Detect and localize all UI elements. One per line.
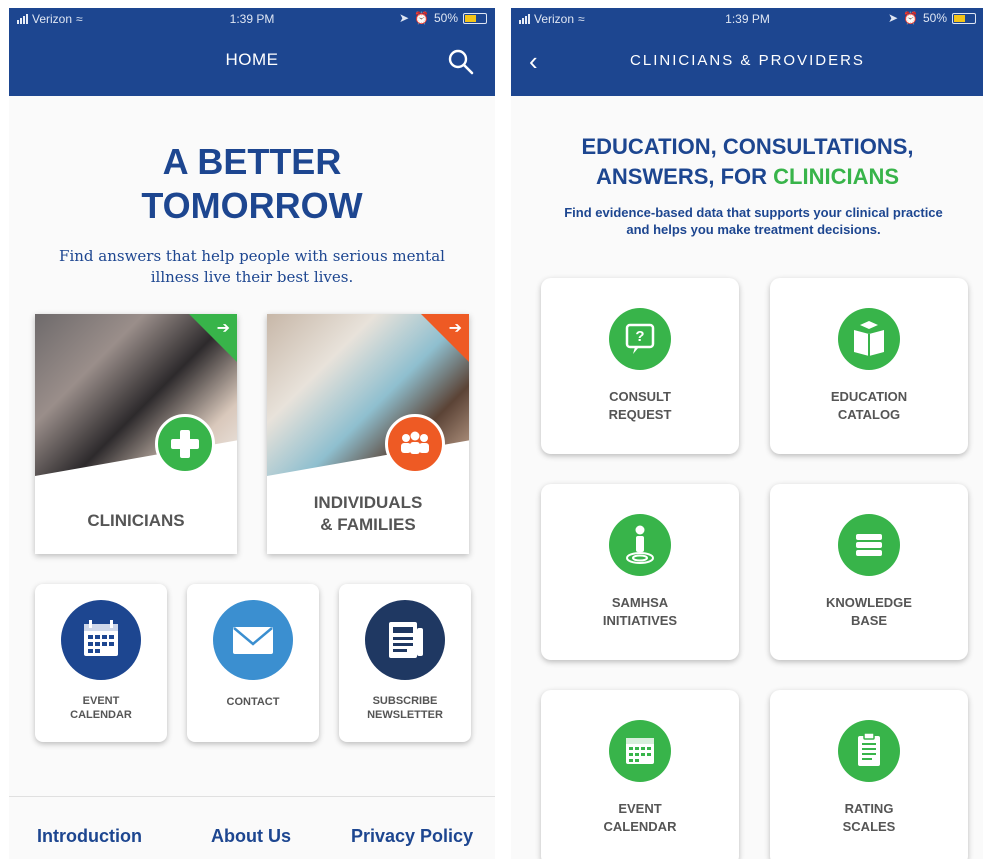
contact-button[interactable]: CONTACT: [187, 584, 319, 742]
location-icon: ➤: [398, 11, 410, 25]
about-us-link[interactable]: About Us: [211, 826, 291, 847]
page-title-accent: CLINICIANS: [773, 164, 900, 189]
knowledge-base-tile[interactable]: KNOWLEDGE BASE: [770, 484, 968, 660]
education-label-line1: EDUCATION: [830, 389, 908, 404]
person-target-icon: [609, 514, 671, 576]
battery-percent: 50%: [922, 11, 947, 25]
subscribe-label-line1: SUBSCRIBE: [372, 695, 438, 707]
nav-bar: ‹ CLINICIANS & PROVIDERS: [511, 30, 983, 96]
samhsa-initiatives-tile[interactable]: SAMHSA INITIATIVES: [541, 484, 739, 660]
clinicians-screen: Verizon ≈ 1:39 PM ➤ ⏰ 50% ‹ CLINICIANS &…: [511, 8, 983, 859]
education-catalog-label: EDUCATION CATALOG: [774, 388, 964, 424]
location-icon: ➤: [887, 11, 899, 25]
nav-bar: HOME: [9, 30, 495, 96]
event-calendar-label: EVENT CALENDAR: [545, 800, 735, 836]
contact-label: CONTACT: [226, 696, 280, 708]
knowledge-label-line2: BASE: [850, 613, 888, 628]
privacy-policy-link[interactable]: Privacy Policy: [351, 826, 473, 847]
subscribe-label-line2: NEWSLETTER: [367, 709, 443, 721]
individuals-families-card[interactable]: ➔ INDIVIDUALS & FAMILIES: [267, 314, 469, 554]
consult-label-line2: REQUEST: [608, 407, 672, 422]
page-title-prefix: ANSWERS, FOR: [595, 164, 774, 189]
battery-icon: [952, 12, 976, 24]
nav-title: CLINICIANS & PROVIDERS: [630, 52, 865, 69]
calendar-icon: [61, 600, 141, 680]
group-icon: [385, 414, 445, 474]
page-title-line2: ANSWERS, FOR CLINICIANS: [511, 162, 983, 192]
education-catalog-tile[interactable]: EDUCATION CATALOG: [770, 278, 968, 454]
event-label-line1: EVENT: [82, 695, 120, 707]
knowledge-label-line1: KNOWLEDGE: [826, 595, 912, 610]
samhsa-label-line2: INITIATIVES: [602, 613, 678, 628]
consult-request-label: CONSULT REQUEST: [545, 388, 735, 424]
introduction-link[interactable]: Introduction: [37, 826, 142, 847]
home-screen: Verizon ≈ 1:39 PM ➤ ⏰ 50% HOME A BETTER …: [9, 8, 495, 859]
search-icon[interactable]: [447, 48, 475, 76]
families-label: INDIVIDUALS & FAMILIES: [267, 492, 469, 536]
rating-label-line1: RATING: [844, 801, 894, 816]
consult-request-tile[interactable]: ? CONSULT REQUEST: [541, 278, 739, 454]
samhsa-label-line1: SAMHSA: [611, 595, 669, 610]
page-title-line1: EDUCATION, CONSULTATIONS,: [581, 134, 914, 159]
event-label-line2: CALENDAR: [603, 819, 677, 834]
subscribe-label: SUBSCRIBE NEWSLETTER: [343, 694, 467, 722]
envelope-icon: [213, 600, 293, 680]
alarm-icon: ⏰: [414, 11, 429, 25]
arrow-right-icon: ➔: [216, 320, 230, 337]
event-calendar-tile[interactable]: EVENT CALENDAR: [541, 690, 739, 859]
nav-title: HOME: [225, 50, 279, 69]
arrow-right-icon: ➔: [448, 320, 462, 337]
knowledge-base-label: KNOWLEDGE BASE: [774, 594, 964, 630]
event-calendar-label: EVENT CALENDAR: [39, 694, 163, 722]
clipboard-icon: [838, 720, 900, 782]
families-label-line2: & FAMILIES: [320, 515, 416, 534]
hero-title-line1: A BETTER: [162, 141, 342, 182]
event-label-line2: CALENDAR: [70, 709, 132, 721]
event-calendar-button[interactable]: EVENT CALENDAR: [35, 584, 167, 742]
status-bar: Verizon ≈ 1:39 PM ➤ ⏰ 50%: [511, 8, 983, 30]
status-bar: Verizon ≈ 1:39 PM ➤ ⏰ 50%: [9, 8, 495, 30]
rating-scales-label: RATING SCALES: [774, 800, 964, 836]
hero-title-line2: TOMORROW: [141, 185, 363, 226]
rating-label-line2: SCALES: [842, 819, 896, 834]
newsletter-icon: [365, 600, 445, 680]
hero-subtitle: Find answers that help people with serio…: [59, 247, 445, 286]
page-subtitle: Find evidence-based data that supports y…: [564, 205, 943, 237]
rating-scales-tile[interactable]: RATING SCALES: [770, 690, 968, 859]
clinicians-card[interactable]: ➔ CLINICIANS: [35, 314, 237, 554]
battery-icon: [463, 12, 487, 24]
medical-cross-icon: [155, 414, 215, 474]
samhsa-initiatives-label: SAMHSA INITIATIVES: [545, 594, 735, 630]
education-label-line2: CATALOG: [837, 407, 901, 422]
clinicians-label: CLINICIANS: [87, 511, 185, 530]
alarm-icon: ⏰: [903, 11, 918, 25]
page-title: EDUCATION, CONSULTATIONS, ANSWERS, FOR C…: [511, 132, 983, 192]
footer-divider: [9, 796, 495, 797]
question-chat-icon: ?: [609, 308, 671, 370]
subscribe-newsletter-button[interactable]: SUBSCRIBE NEWSLETTER: [339, 584, 471, 742]
hero-title: A BETTER TOMORROW: [9, 140, 495, 228]
event-label-line1: EVENT: [618, 801, 662, 816]
svg-text:?: ?: [635, 328, 644, 345]
consult-label-line1: CONSULT: [609, 389, 671, 404]
families-label-line1: INDIVIDUALS: [313, 493, 423, 512]
status-right: ➤ ⏰ 50%: [888, 11, 976, 25]
book-icon: [838, 308, 900, 370]
status-right: ➤ ⏰ 50%: [399, 11, 487, 25]
calendar-icon: [609, 720, 671, 782]
battery-percent: 50%: [433, 11, 458, 25]
books-stack-icon: [838, 514, 900, 576]
